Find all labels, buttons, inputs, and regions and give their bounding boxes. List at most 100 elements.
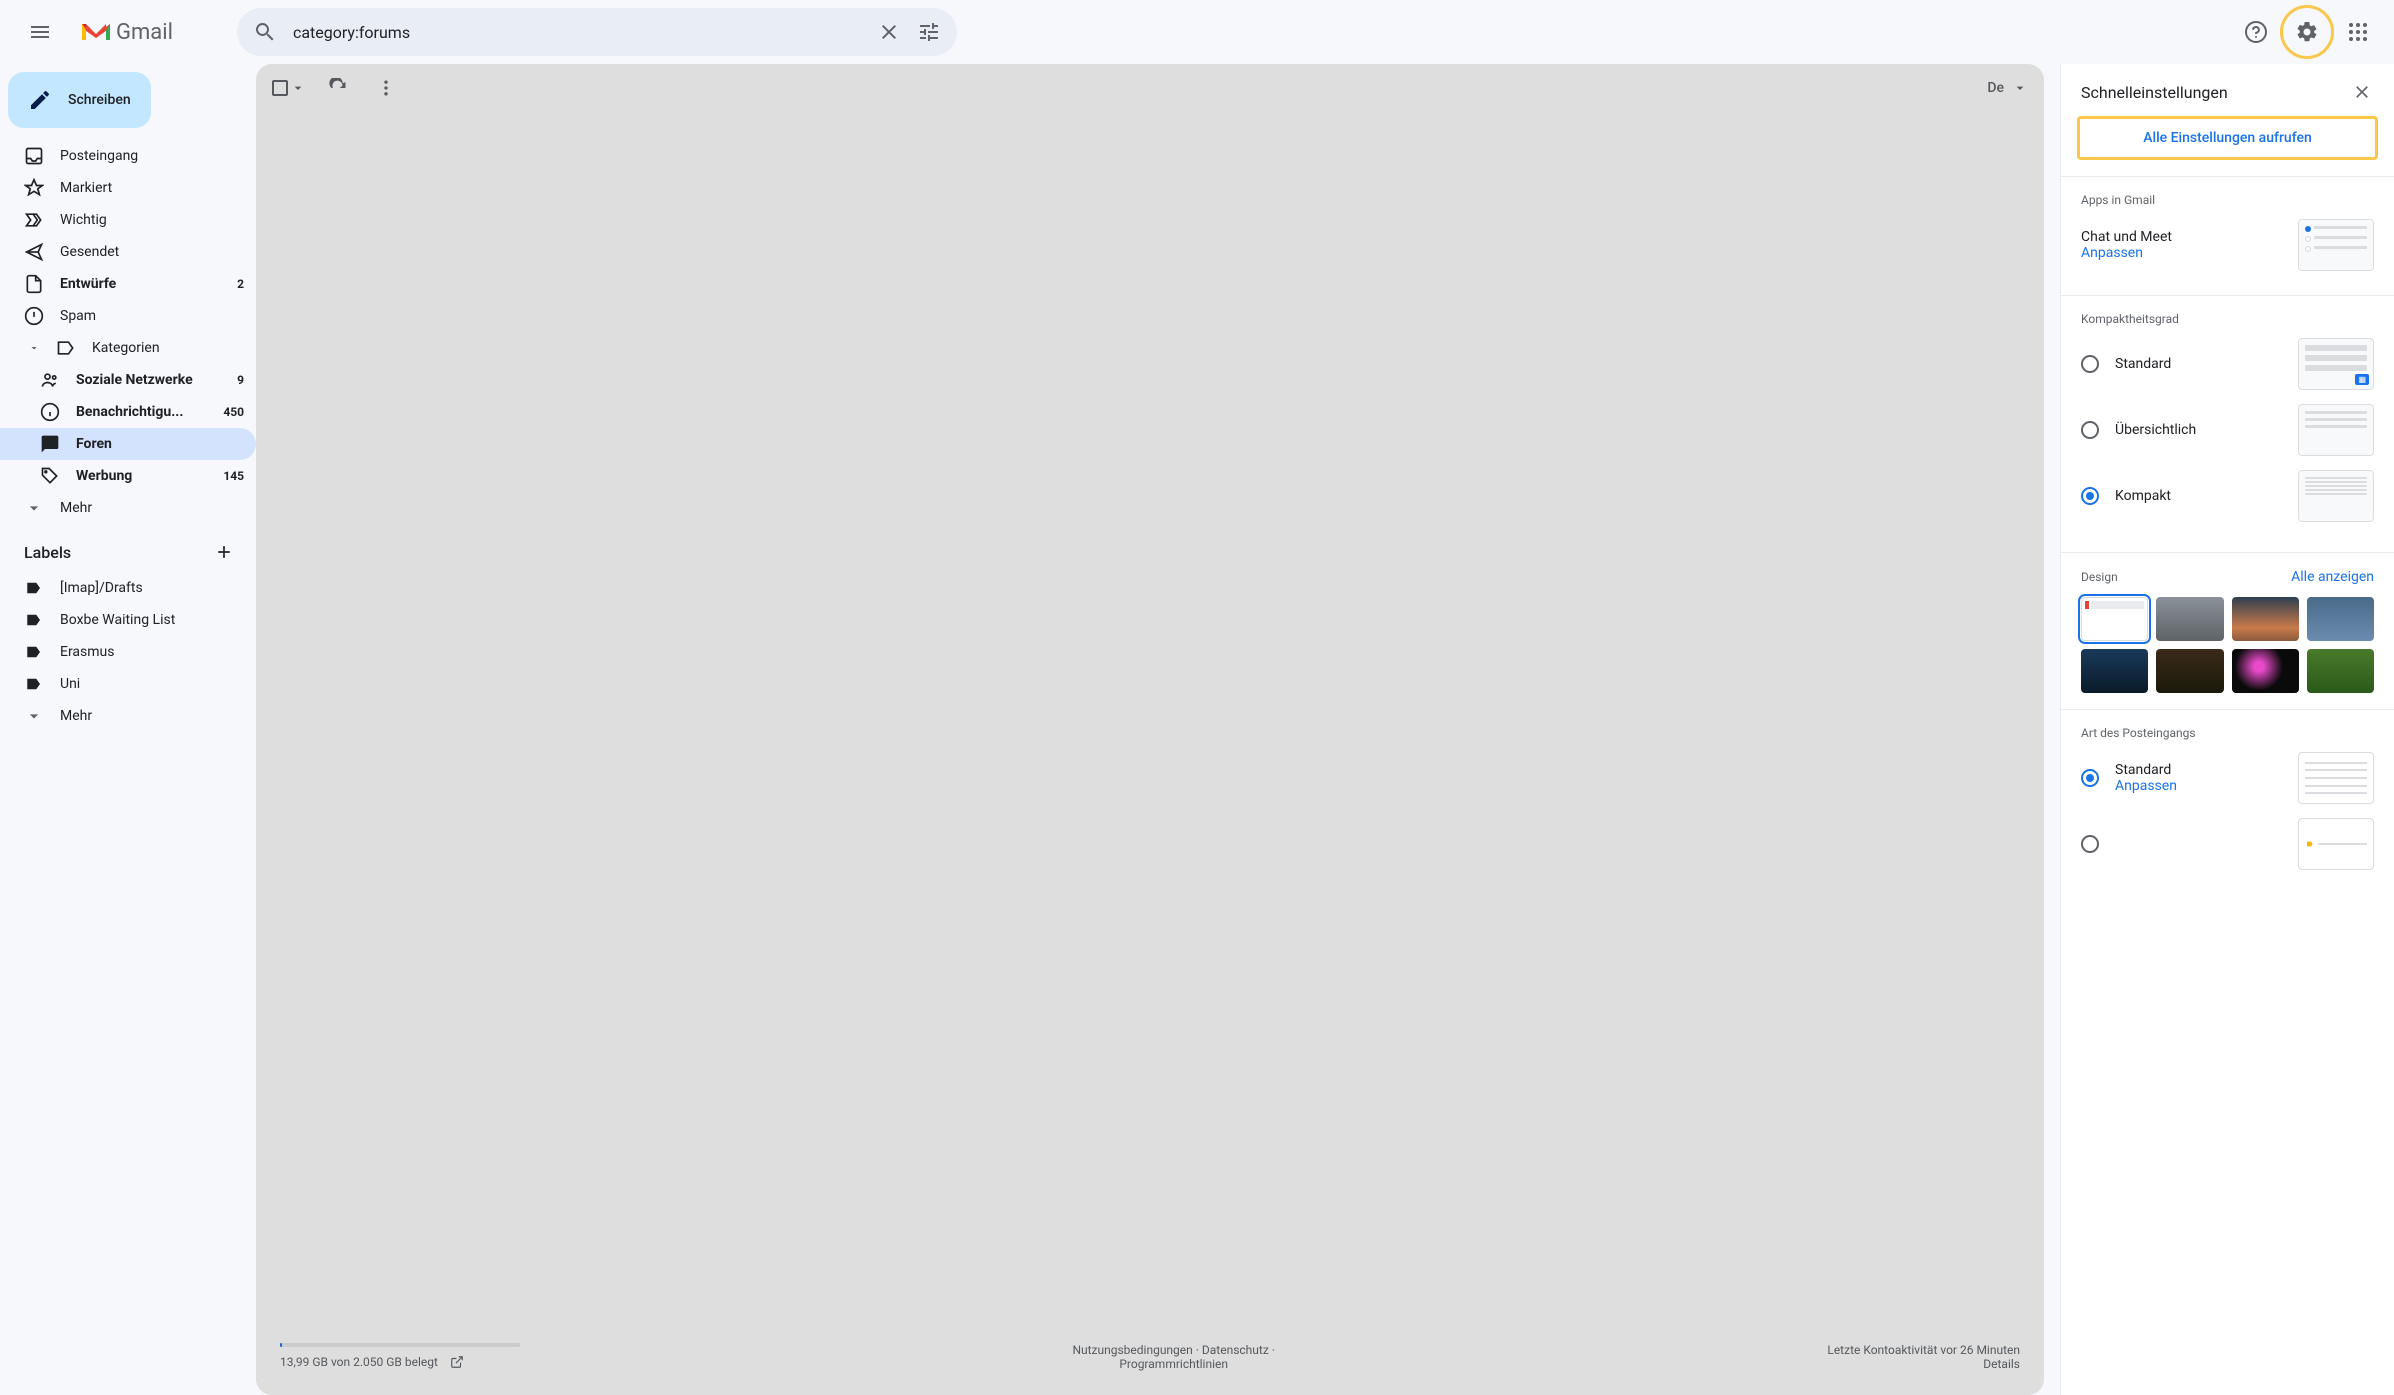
sidebar-item-important[interactable]: Wichtig: [0, 204, 256, 236]
settings-button[interactable]: [2289, 14, 2325, 50]
compose-label: Schreiben: [68, 92, 131, 108]
design-section-title: Design: [2081, 570, 2118, 584]
spam-icon: [24, 306, 44, 326]
density-standard-thumb: ▦: [2298, 338, 2374, 390]
label-text: Boxbe Waiting List: [60, 612, 244, 628]
clear-search-button[interactable]: [869, 12, 909, 52]
gmail-logo[interactable]: Gmail: [72, 20, 181, 45]
close-settings-button[interactable]: [2350, 80, 2374, 104]
social-count: 9: [237, 373, 244, 387]
compose-button[interactable]: Schreiben: [8, 72, 151, 128]
sidebar-item-label: Mehr: [60, 708, 244, 724]
add-label-button[interactable]: [208, 536, 240, 568]
sidebar-item-label: Soziale Netzwerke: [76, 372, 221, 388]
sidebar-item-forums[interactable]: Foren: [0, 428, 256, 460]
label-item[interactable]: Boxbe Waiting List: [0, 604, 256, 636]
sidebar-item-label: Benachrichtigu...: [76, 404, 207, 420]
label-item[interactable]: [Imap]/Drafts: [0, 572, 256, 604]
sidebar-item-more[interactable]: Mehr: [0, 492, 256, 524]
inbox-type-section-title: Art des Posteingangs: [2081, 726, 2374, 740]
logo-text: Gmail: [116, 20, 173, 45]
inbox-standard-label: Standard: [2115, 762, 2282, 778]
sidebar-item-label: Mehr: [60, 500, 244, 516]
sidebar-item-social[interactable]: Soziale Netzwerke 9: [0, 364, 256, 396]
sidebar-item-starred[interactable]: Markiert: [0, 172, 256, 204]
inbox-customize-link[interactable]: Anpassen: [2115, 778, 2282, 794]
drafts-count: 2: [237, 277, 244, 291]
sent-icon: [24, 242, 44, 262]
sidebar-item-inbox[interactable]: Posteingang: [0, 140, 256, 172]
gmail-icon: [80, 20, 112, 44]
promotions-count: 145: [223, 469, 244, 483]
label-icon: [24, 642, 44, 662]
theme-option[interactable]: [2307, 649, 2374, 693]
chevron-down-icon: [24, 706, 44, 726]
inbox-important-first-option[interactable]: [2081, 818, 2374, 870]
search-input[interactable]: [285, 23, 869, 42]
density-comfortable-option[interactable]: Übersichtlich: [2081, 404, 2374, 456]
labels-more[interactable]: Mehr: [0, 700, 256, 732]
hamburger-icon: [28, 20, 52, 44]
tag-icon: [56, 338, 76, 358]
sidebar-item-drafts[interactable]: Entwürfe 2: [0, 268, 256, 300]
sidebar-item-spam[interactable]: Spam: [0, 300, 256, 332]
apps-grid-icon: [2346, 20, 2370, 44]
apps-button[interactable]: [2338, 12, 2378, 52]
label-icon: [24, 674, 44, 694]
theme-option[interactable]: [2156, 597, 2223, 641]
all-settings-label: Alle Einstellungen aufrufen: [2143, 130, 2312, 146]
labels-title: Labels: [24, 543, 71, 562]
inbox-icon: [24, 146, 44, 166]
support-button[interactable]: [2236, 12, 2276, 52]
sidebar-item-label: Posteingang: [60, 148, 244, 164]
main-content: De 13,99 GB von 2.050 GB belegt Nut: [256, 64, 2044, 1395]
density-compact-option[interactable]: Kompakt: [2081, 470, 2374, 522]
show-all-themes-link[interactable]: Alle anzeigen: [2291, 569, 2374, 585]
radio-checked-icon: [2081, 487, 2099, 505]
sidebar-item-sent[interactable]: Gesendet: [0, 236, 256, 268]
inbox-standard-option[interactable]: Standard Anpassen: [2081, 752, 2374, 804]
label-item[interactable]: Uni: [0, 668, 256, 700]
density-standard-label: Standard: [2115, 356, 2282, 372]
main-menu-button[interactable]: [16, 8, 64, 56]
theme-option[interactable]: [2232, 597, 2299, 641]
theme-option[interactable]: [2156, 649, 2223, 693]
density-compact-label: Kompakt: [2115, 488, 2282, 504]
inbox-standard-thumb: [2298, 752, 2374, 804]
label-icon: [24, 578, 44, 598]
header: Gmail: [0, 0, 2394, 64]
density-compact-thumb: [2298, 470, 2374, 522]
label-text: [Imap]/Drafts: [60, 580, 244, 596]
plus-icon: [214, 542, 234, 562]
sidebar-item-label: Spam: [60, 308, 244, 324]
search-button[interactable]: [245, 12, 285, 52]
label-text: Erasmus: [60, 644, 244, 660]
settings-title: Schnelleinstellungen: [2081, 83, 2228, 102]
theme-option[interactable]: [2307, 597, 2374, 641]
radio-icon: [2081, 355, 2099, 373]
label-item[interactable]: Erasmus: [0, 636, 256, 668]
sidebar-item-updates[interactable]: Benachrichtigu... 450: [0, 396, 256, 428]
theme-option[interactable]: [2081, 649, 2148, 693]
theme-option[interactable]: [2232, 649, 2299, 693]
help-icon: [2244, 20, 2268, 44]
sidebar-item-promotions[interactable]: Werbung 145: [0, 460, 256, 492]
density-section-title: Kompaktheitsgrad: [2081, 312, 2374, 326]
chevron-down-icon: [24, 342, 44, 354]
customize-chat-link[interactable]: Anpassen: [2081, 245, 2172, 261]
density-comfortable-thumb: [2298, 404, 2374, 456]
sidebar-item-label: Gesendet: [60, 244, 244, 260]
all-settings-button[interactable]: Alle Einstellungen aufrufen: [2077, 116, 2378, 160]
radio-icon: [2081, 421, 2099, 439]
theme-default[interactable]: [2081, 597, 2148, 641]
tag-icon: [40, 466, 60, 486]
sidebar-item-categories[interactable]: Kategorien: [0, 332, 256, 364]
search-icon: [253, 20, 277, 44]
search-bar: [237, 8, 957, 56]
search-options-button[interactable]: [909, 12, 949, 52]
density-standard-option[interactable]: Standard ▦: [2081, 338, 2374, 390]
sidebar-item-label: Werbung: [76, 468, 207, 484]
pencil-icon: [28, 88, 52, 112]
people-icon: [40, 370, 60, 390]
label-text: Uni: [60, 676, 244, 692]
